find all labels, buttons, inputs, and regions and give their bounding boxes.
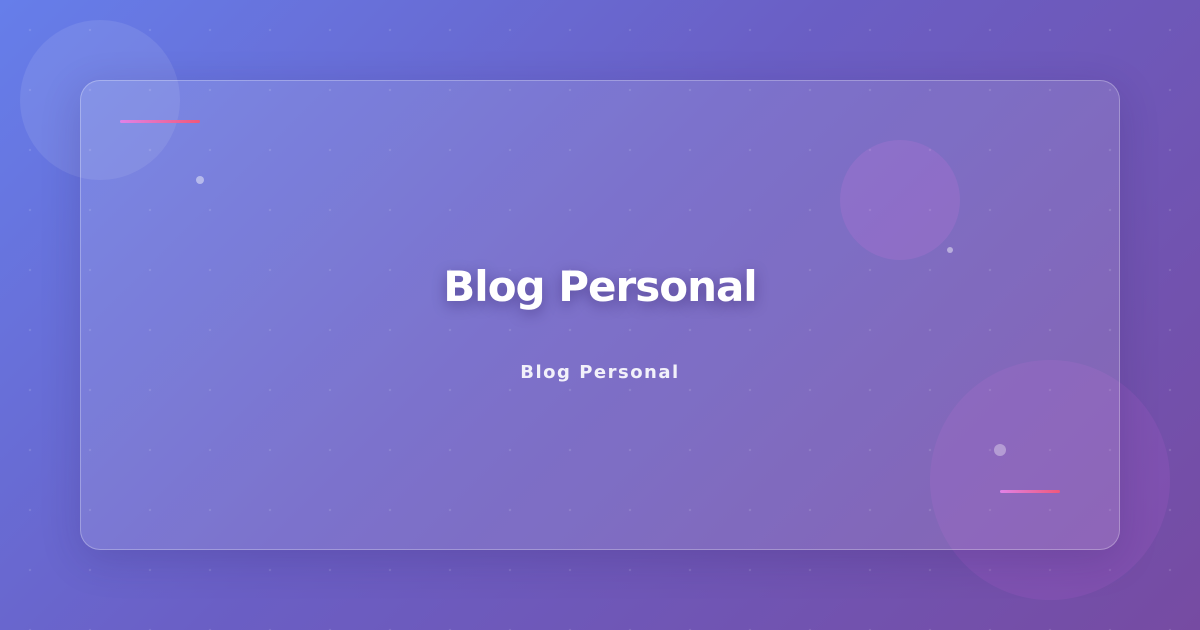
accent-line-bottom-right [1000, 490, 1060, 493]
decorative-dot [994, 444, 1006, 456]
page-title: Blog Personal [443, 262, 757, 311]
page-subtitle: Blog Personal [520, 362, 680, 383]
decorative-dot [196, 176, 204, 184]
glass-card [80, 80, 1120, 550]
accent-line-top-left [120, 120, 200, 123]
decorative-dot [947, 247, 953, 253]
